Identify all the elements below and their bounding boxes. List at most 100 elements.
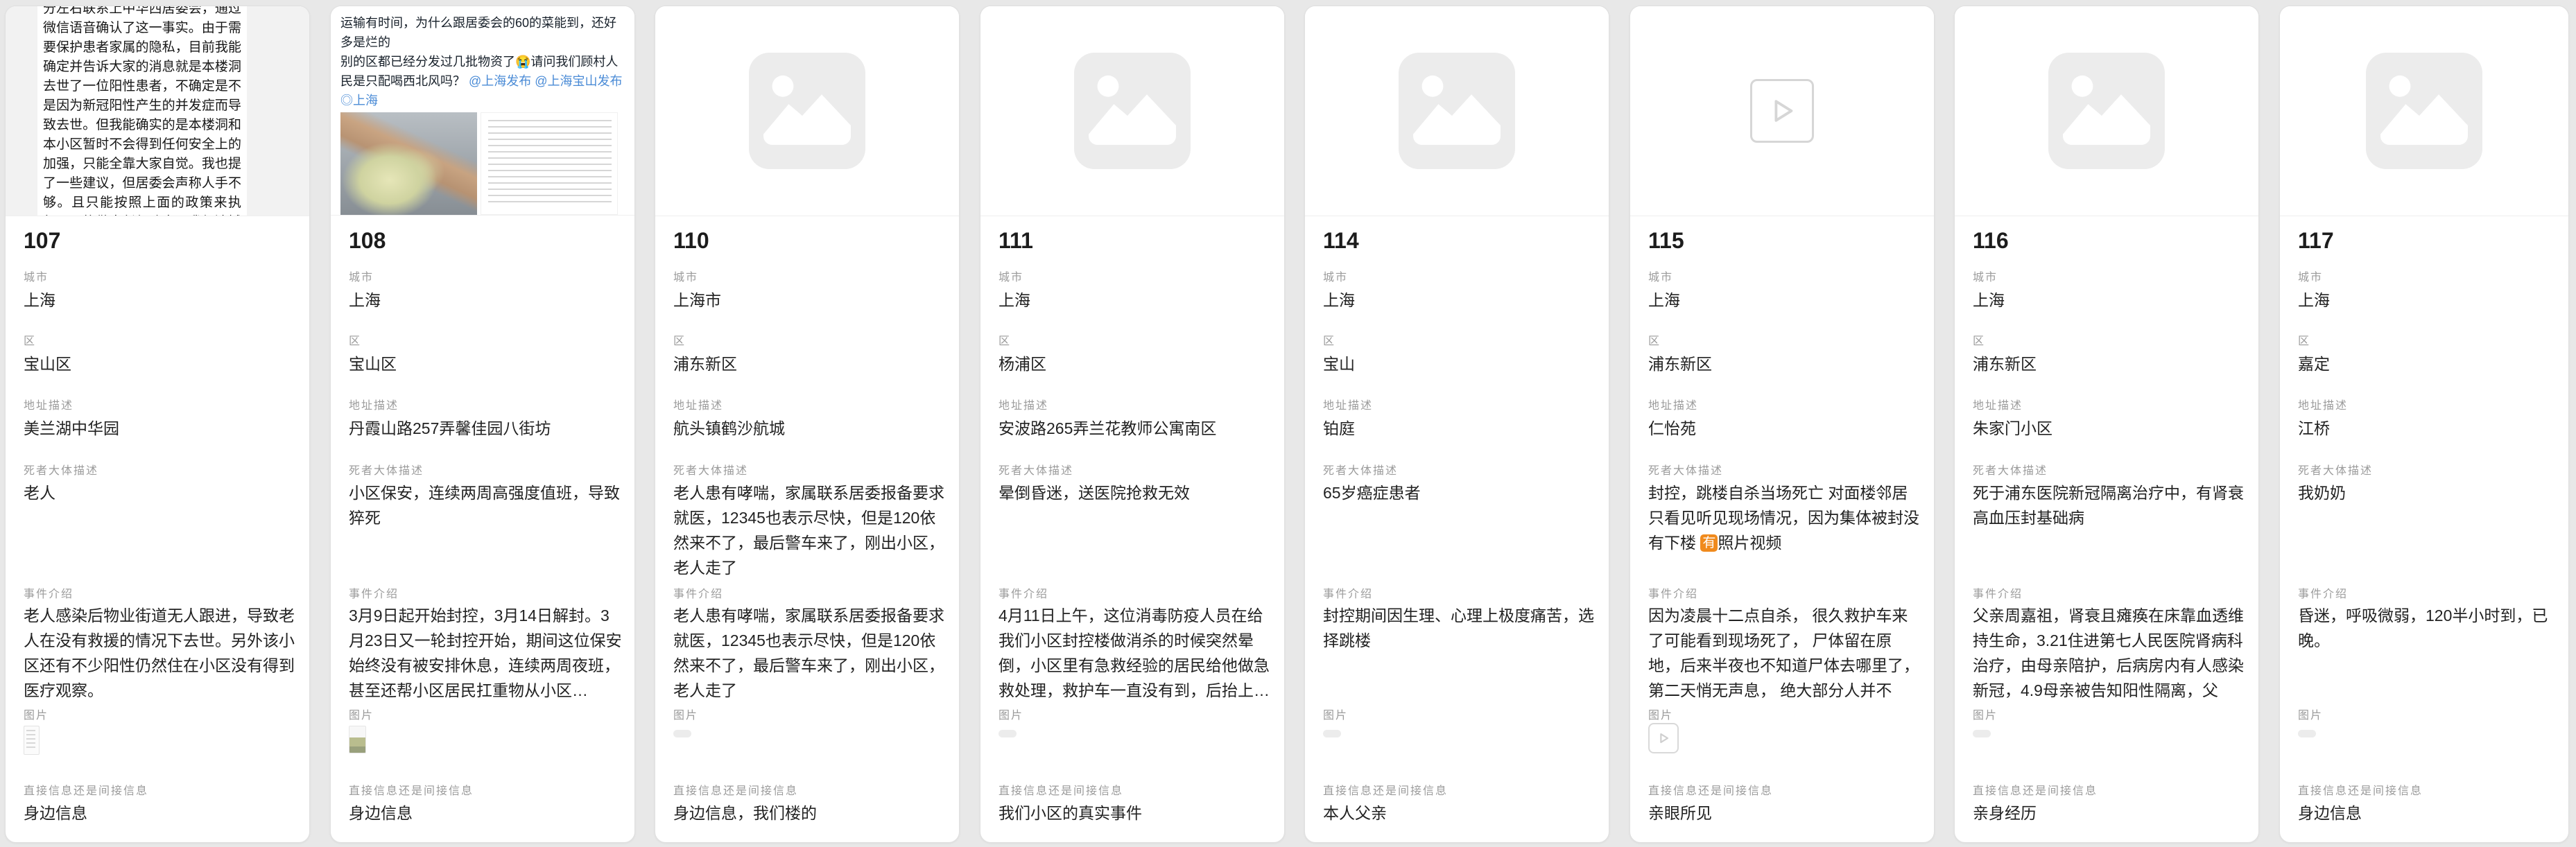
label-address: 地址描述	[24, 396, 298, 412]
label-event: 事件介绍	[2298, 584, 2557, 601]
label-image: 图片	[673, 706, 948, 722]
value-address: 朱家门小区	[1973, 416, 2247, 441]
case-card-107[interactable]: 分左右联系上中华西居委会，通过微信语音确认了这一事实。由于需要保护患者家属的隐私…	[5, 6, 310, 843]
case-number: 107	[24, 228, 60, 254]
case-card-111[interactable]: 111 城市 上海 区 杨浦区 地址描述 安波路265弄兰花教师公寓南区 死者大…	[980, 6, 1285, 843]
play-icon	[1766, 95, 1798, 127]
label-district: 区	[24, 331, 298, 348]
value-deceased: 老人患有哮喘，家属联系居委报备要求就医，12345也表示尽快，但是120依然来不…	[673, 480, 948, 582]
value-direct: 本人父亲	[1323, 801, 1598, 826]
case-number: 111	[999, 228, 1033, 254]
label-address: 地址描述	[999, 396, 1273, 412]
value-deceased: 封控，跳楼自杀当场死亡 对面楼邻居只看见听见现场情况，因为集体被封没有下楼 有照…	[1648, 480, 1923, 582]
card-media-preview	[655, 6, 959, 216]
value-district: 浦东新区	[1648, 351, 1923, 376]
value-city: 上海	[1323, 288, 1598, 313]
value-city: 上海	[2298, 288, 2557, 313]
label-deceased: 死者大体描述	[349, 461, 623, 478]
label-image: 图片	[2298, 706, 2557, 722]
label-direct: 直接信息还是间接信息	[1323, 781, 1598, 798]
attachment-thumbnail[interactable]	[1648, 723, 1679, 753]
label-direct: 直接信息还是间接信息	[24, 781, 298, 798]
case-card-116[interactable]: 116 城市 上海 区 浦东新区 地址描述 朱家门小区 死者大体描述 死于浦东医…	[1954, 6, 2259, 843]
case-card-115[interactable]: 115 城市 上海 区 浦东新区 地址描述 仁怡苑 死者大体描述 封控，跳楼自杀…	[1630, 6, 1935, 843]
card-media-preview	[2280, 6, 2568, 216]
case-number: 110	[673, 228, 709, 254]
value-direct: 身边信息	[349, 801, 623, 826]
case-card-110[interactable]: 110 城市 上海市 区 浦东新区 地址描述 航头镇鹤沙航城 死者大体描述 老人…	[655, 6, 960, 843]
value-event: 3月9日起开始封控，3月14日解封。3月23日又一轮封控开始，期间这位保安始终没…	[349, 603, 623, 707]
case-card-117[interactable]: 117 城市 上海 区 嘉定 地址描述 江桥 死者大体描述 我奶奶 事件介绍 昏…	[2279, 6, 2569, 843]
case-number: 115	[1648, 228, 1684, 254]
value-district: 浦东新区	[673, 351, 948, 376]
case-card-114[interactable]: 114 城市 上海 区 宝山 地址描述 铂庭 死者大体描述 65岁癌症患者 事件…	[1304, 6, 1609, 843]
attachment-thumbnail[interactable]	[1323, 730, 1341, 737]
label-event: 事件介绍	[999, 584, 1273, 601]
value-address: 江桥	[2298, 416, 2557, 441]
label-city: 城市	[24, 268, 298, 284]
label-district: 区	[673, 331, 948, 348]
card-media-preview	[1955, 6, 2258, 216]
value-address: 航头镇鹤沙航城	[673, 416, 948, 441]
label-city: 城市	[2298, 268, 2557, 284]
case-number: 117	[2298, 228, 2334, 254]
article-text-photo	[481, 112, 618, 215]
gallery-board: 分左右联系上中华西居委会，通过微信语音确认了这一事实。由于需要保护患者家属的隐私…	[0, 0, 2576, 847]
tweet-body: 运输有时间，为什么跟居委会的60的菜能到，还好多是烂的 别的区都已经分发过几批物…	[340, 13, 625, 110]
label-district: 区	[1323, 331, 1598, 348]
label-deceased: 死者大体描述	[2298, 461, 2557, 478]
attachment-thumbnail[interactable]	[999, 730, 1017, 737]
value-city: 上海	[999, 288, 1273, 313]
attachment-thumbnail[interactable]	[673, 730, 691, 737]
label-district: 区	[999, 331, 1273, 348]
value-address: 美兰湖中华园	[24, 416, 298, 441]
value-deceased: 老人	[24, 480, 298, 582]
label-event: 事件介绍	[1323, 584, 1598, 601]
label-city: 城市	[1323, 268, 1598, 284]
card-media-preview	[1630, 6, 1934, 216]
value-deceased: 晕倒昏迷，送医院抢救无效	[999, 480, 1273, 582]
value-address: 仁怡苑	[1648, 416, 1923, 441]
image-placeholder-icon	[749, 53, 865, 169]
value-district: 宝山区	[24, 351, 298, 376]
label-direct: 直接信息还是间接信息	[1973, 781, 2247, 798]
value-district: 宝山区	[349, 351, 623, 376]
label-address: 地址描述	[1323, 396, 1598, 412]
value-deceased: 小区保安，连续两周高强度值班，导致猝死	[349, 480, 623, 582]
attachment-thumbnail[interactable]	[2298, 730, 2316, 737]
value-city: 上海市	[673, 288, 948, 313]
value-address: 丹霞山路257弄馨佳园八街坊	[349, 416, 623, 441]
label-deceased: 死者大体描述	[673, 461, 948, 478]
label-district: 区	[349, 331, 623, 348]
image-placeholder-icon	[2366, 53, 2482, 169]
value-event: 老人感染后物业街道无人跟进，导致老人在没有救援的情况下去世。另外该小区还有不少阳…	[24, 603, 298, 707]
image-placeholder-icon	[1074, 53, 1191, 169]
case-card-108[interactable]: 运输有时间，为什么跟居委会的60的菜能到，还好多是烂的 别的区都已经分发过几批物…	[330, 6, 635, 843]
label-city: 城市	[999, 268, 1273, 284]
attachment-thumbnail[interactable]	[1973, 730, 1991, 737]
cabbage-photo	[340, 112, 477, 215]
label-city: 城市	[1973, 268, 2247, 284]
tweet-photos	[340, 112, 618, 215]
attachment-thumbnail[interactable]	[349, 726, 366, 753]
label-event: 事件介绍	[24, 584, 298, 601]
label-city: 城市	[673, 268, 948, 284]
label-deceased: 死者大体描述	[1648, 461, 1923, 478]
label-event: 事件介绍	[349, 584, 623, 601]
label-district: 区	[1973, 331, 2247, 348]
value-event: 老人患有哮喘，家属联系居委报备要求就医，12345也表示尽快，但是120依然来不…	[673, 603, 948, 707]
value-event: 封控期间因生理、心理上极度痛苦，选择跳楼	[1323, 603, 1598, 707]
label-event: 事件介绍	[1973, 584, 2247, 601]
video-placeholder-icon	[1750, 79, 1814, 143]
value-event: 因为凌晨十二点自杀， 很久救护车来了可能看到现场死了， 尸体留在原地，后来半夜也…	[1648, 603, 1923, 707]
label-direct: 直接信息还是间接信息	[2298, 781, 2557, 798]
value-direct: 亲身经历	[1973, 801, 2247, 826]
label-deceased: 死者大体描述	[24, 461, 298, 478]
label-direct: 直接信息还是间接信息	[349, 781, 623, 798]
you-emoji-badge: 有	[1700, 534, 1718, 552]
value-direct: 亲眼所见	[1648, 801, 1923, 826]
attachment-thumbnail[interactable]	[24, 726, 40, 755]
label-event: 事件介绍	[1648, 584, 1923, 601]
card-media-preview: 运输有时间，为什么跟居委会的60的菜能到，还好多是烂的 别的区都已经分发过几批物…	[331, 6, 634, 216]
label-image: 图片	[1973, 706, 2247, 722]
